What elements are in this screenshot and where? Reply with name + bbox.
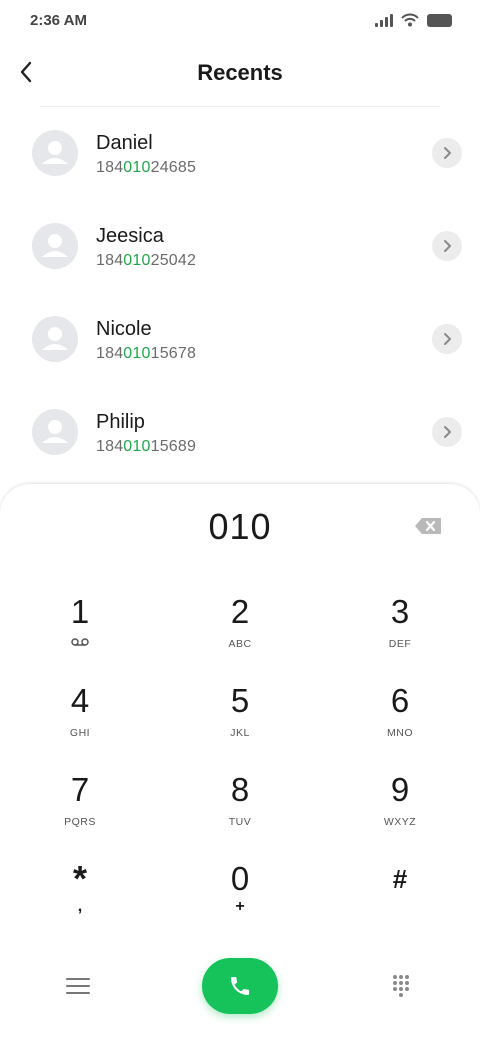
avatar: [32, 316, 78, 362]
contact-row-jeesica[interactable]: Jeesica 18401025042: [0, 201, 480, 294]
key-digit: 9: [390, 771, 410, 808]
key-7[interactable]: 7 PQRS: [20, 772, 140, 852]
phone-icon: [231, 977, 249, 995]
contact-number: 18401015678: [96, 345, 196, 363]
avatar: [32, 130, 78, 176]
key-letters: GHI: [69, 727, 91, 739]
contact-number: 18401024685: [96, 159, 196, 177]
contact-name: Nicole: [96, 318, 152, 340]
key-letters: ,: [77, 898, 83, 915]
number-match: 010: [123, 252, 151, 269]
contact-number: 18401025042: [96, 252, 196, 270]
backspace-button[interactable]: [414, 516, 442, 536]
contact-row-nicole[interactable]: Nicole 18401015678: [0, 294, 480, 387]
key-digit: 0: [230, 860, 250, 897]
contact-name: Jeesica: [96, 225, 164, 247]
key-5[interactable]: 5 JKL: [180, 683, 300, 763]
dial-panel: 010 1 2 ABC 3 DEF 4 GHI 5 JKL 6 MNO 7 PQ…: [0, 484, 480, 1040]
battery-icon: [427, 13, 452, 27]
key-6[interactable]: 6 MNO: [340, 683, 460, 763]
wifi-icon: [401, 13, 419, 27]
key-digit: 8: [230, 771, 250, 808]
key-2[interactable]: 2 ABC: [180, 594, 300, 674]
keypad-toggle-button[interactable]: [392, 974, 410, 998]
key-digit: #: [392, 864, 408, 894]
number-prefix: 184: [96, 159, 124, 176]
key-digit: 6: [390, 682, 410, 719]
backspace-icon: [415, 518, 441, 534]
chevron-right-icon: [444, 333, 451, 345]
number-match: 010: [123, 345, 151, 362]
key-3[interactable]: 3 DEF: [340, 594, 460, 674]
contact-number: 18401015689: [96, 438, 196, 456]
key-9[interactable]: 9 WXYZ: [340, 772, 460, 852]
key-letters: JKL: [230, 727, 250, 739]
menu-button[interactable]: [66, 978, 90, 998]
menu-icon-line: [66, 992, 90, 994]
chevron-right-icon: [444, 240, 451, 252]
person-icon: [42, 234, 68, 257]
key-letters: PQRS: [64, 816, 96, 828]
key-hash[interactable]: #: [340, 861, 460, 941]
number-suffix: 15678: [150, 345, 197, 362]
contact-list: Daniel 18401024685 Jeesica 18401025042 N…: [0, 108, 480, 480]
dialpad-icon: [393, 975, 409, 997]
key-digit: 4: [70, 682, 90, 719]
key-digit: 5: [230, 682, 250, 719]
number-suffix: 25042: [150, 252, 197, 269]
key-letters: TUV: [228, 816, 252, 828]
voicemail-icon: [71, 638, 89, 646]
person-icon: [42, 420, 68, 443]
key-1[interactable]: 1: [20, 594, 140, 674]
key-star[interactable]: * ,: [20, 861, 140, 941]
key-letters: +: [235, 898, 245, 915]
key-letters: ABC: [228, 638, 252, 650]
person-icon: [42, 327, 68, 350]
number-suffix: 24685: [150, 159, 197, 176]
contact-detail-button[interactable]: [432, 231, 462, 261]
chevron-right-icon: [444, 426, 451, 438]
person-icon: [42, 141, 68, 164]
key-digit: 7: [70, 771, 90, 808]
number-match: 010: [123, 438, 151, 455]
header-divider: [40, 106, 440, 107]
contact-row-philip[interactable]: Philip 18401015689: [0, 387, 480, 480]
key-letters: WXYZ: [383, 816, 417, 828]
page-title: Recents: [197, 60, 283, 85]
status-bar: 2:36 AM: [0, 0, 480, 44]
key-digit: *: [72, 858, 87, 899]
status-icons: [375, 13, 452, 27]
key-digit: 1: [70, 593, 90, 630]
key-letters: MNO: [387, 727, 413, 739]
key-digit: 3: [390, 593, 410, 630]
contact-row-daniel[interactable]: Daniel 18401024685: [0, 108, 480, 201]
number-prefix: 184: [96, 345, 124, 362]
chevron-right-icon: [444, 147, 451, 159]
phone-screen: 2:36 AM Recents Daniel 18401024685 Jeesi…: [0, 0, 480, 1040]
number-match: 010: [123, 159, 151, 176]
call-button[interactable]: [202, 958, 278, 1014]
menu-icon: [66, 978, 90, 980]
key-8[interactable]: 8 TUV: [180, 772, 300, 852]
number-prefix: 184: [96, 438, 124, 455]
key-0[interactable]: 0 +: [180, 861, 300, 941]
signal-icon: [375, 13, 393, 27]
key-4[interactable]: 4 GHI: [20, 683, 140, 763]
menu-icon-line: [66, 985, 90, 987]
contact-detail-button[interactable]: [432, 417, 462, 447]
number-prefix: 184: [96, 252, 124, 269]
avatar: [32, 223, 78, 269]
key-digit: 2: [230, 593, 250, 630]
contact-detail-button[interactable]: [432, 324, 462, 354]
contact-detail-button[interactable]: [432, 138, 462, 168]
avatar: [32, 409, 78, 455]
status-time: 2:36 AM: [30, 12, 87, 29]
contact-name: Philip: [96, 411, 145, 433]
dial-display[interactable]: 010: [0, 506, 480, 548]
key-letters: DEF: [388, 638, 412, 650]
header: Recents: [0, 44, 480, 104]
number-suffix: 15689: [150, 438, 197, 455]
contact-name: Daniel: [96, 132, 153, 154]
